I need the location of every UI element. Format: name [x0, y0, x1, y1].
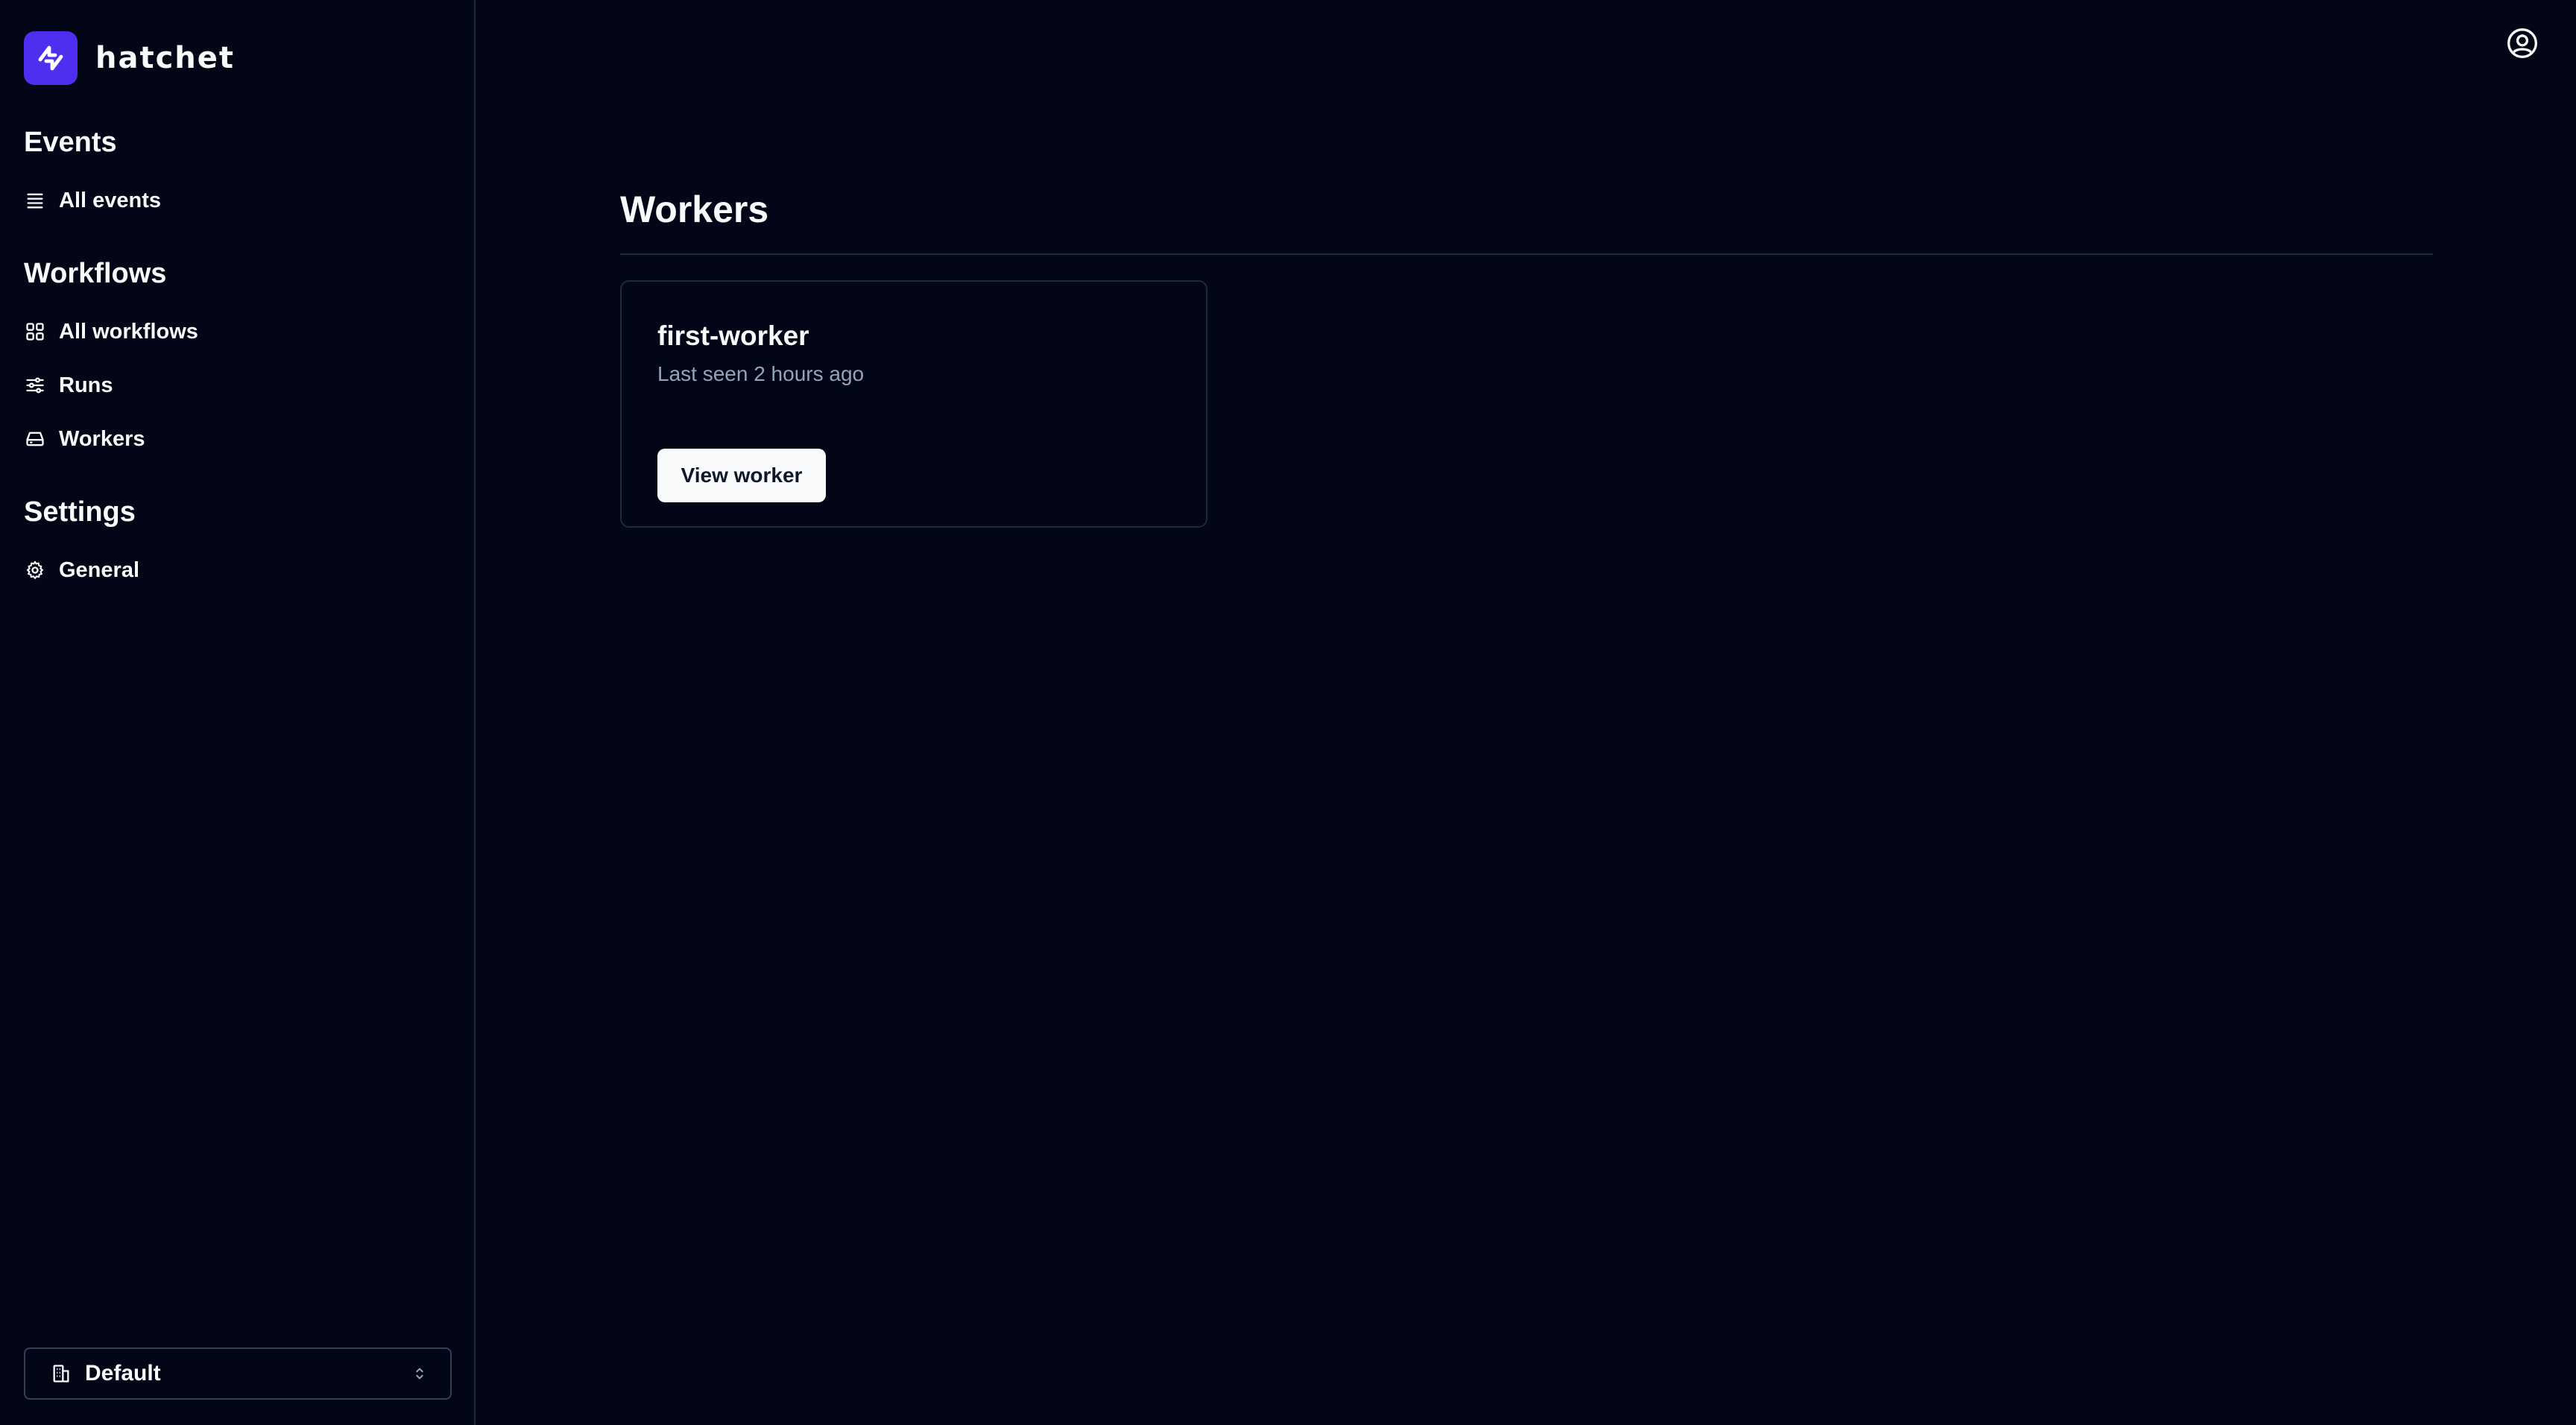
worker-name: first-worker [657, 320, 809, 351]
brand[interactable]: hatchet [24, 31, 235, 85]
hatchet-logo-icon [24, 31, 78, 85]
sidebar-item-label: All workflows [59, 319, 198, 344]
server-icon [24, 428, 46, 450]
user-menu-button[interactable] [2506, 27, 2539, 60]
sidebar-item-label: General [59, 557, 139, 582]
sidebar: hatchet Events All events Workflows All … [0, 0, 476, 1425]
sidebar-item-general[interactable]: General [24, 554, 139, 587]
brand-name: hatchet [95, 41, 236, 75]
view-worker-button[interactable]: View worker [657, 449, 826, 502]
grid-icon [24, 320, 46, 343]
sidebar-item-workers[interactable]: Workers [24, 423, 145, 455]
sidebar-item-all-events[interactable]: All events [24, 184, 161, 217]
chevron-up-down-icon [411, 1365, 428, 1382]
sliders-icon [24, 374, 46, 396]
building-icon [51, 1363, 72, 1384]
title-divider [620, 253, 2433, 255]
tenant-select[interactable]: Default [24, 1347, 452, 1400]
worker-last-seen: Last seen 2 hours ago [657, 362, 865, 385]
section-title-settings: Settings [24, 496, 136, 528]
gear-icon [24, 559, 46, 581]
list-icon [24, 189, 46, 212]
section-title-events: Events [24, 127, 117, 158]
sidebar-item-label: All events [59, 188, 161, 212]
tenant-select-value: Default [85, 1361, 161, 1385]
sidebar-item-label: Workers [59, 426, 145, 451]
worker-card: first-worker Last seen 2 hours ago View … [620, 280, 1208, 528]
sidebar-item-runs[interactable]: Runs [24, 369, 113, 402]
sidebar-item-all-workflows[interactable]: All workflows [24, 315, 198, 348]
user-circle-icon [2506, 27, 2539, 60]
sidebar-item-label: Runs [59, 373, 113, 397]
section-title-workflows: Workflows [24, 258, 167, 289]
page-title: Workers [620, 189, 769, 230]
